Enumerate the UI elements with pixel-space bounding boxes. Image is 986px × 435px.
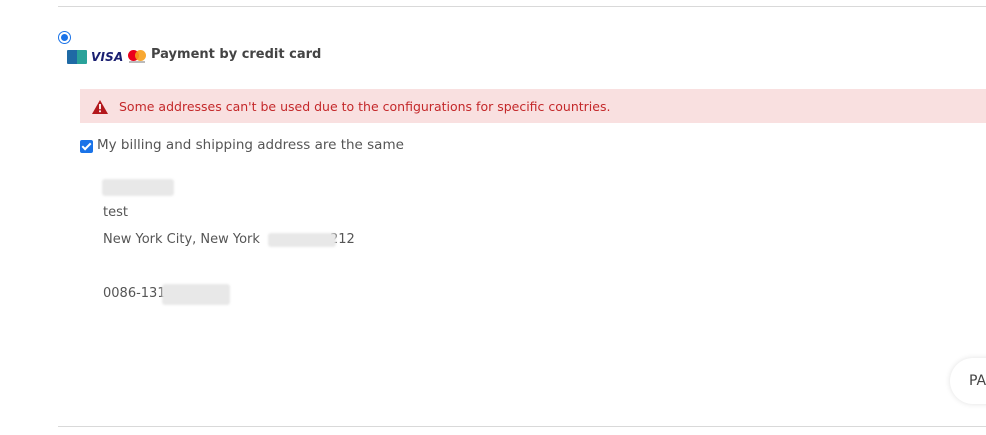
address-line-1: test: [103, 205, 128, 220]
card-logos: VISA: [67, 49, 147, 65]
redacted-phone: [162, 284, 230, 305]
mastercard-icon: [127, 49, 147, 65]
same-address-checkbox[interactable]: [80, 140, 93, 153]
address-phone: 0086-131: [103, 286, 166, 301]
divider-bottom: [58, 426, 986, 427]
redacted-name: [102, 179, 174, 196]
address-city-prefix: New York City, New York: [103, 232, 260, 247]
warning-icon: [92, 99, 108, 114]
same-address-label[interactable]: My billing and shipping address are the …: [97, 137, 404, 153]
payment-option-radio[interactable]: [58, 31, 71, 44]
redacted-postcode: [268, 233, 336, 247]
floating-pa-button[interactable]: PA: [950, 358, 986, 404]
payment-option-label[interactable]: Payment by credit card: [151, 47, 321, 62]
cb-icon: [67, 50, 87, 64]
alert-message: Some addresses can't be used due to the …: [119, 98, 611, 114]
visa-icon: VISA: [91, 50, 124, 64]
country-restriction-alert: Some addresses can't be used due to the …: [80, 89, 986, 123]
divider-top: [58, 6, 986, 7]
